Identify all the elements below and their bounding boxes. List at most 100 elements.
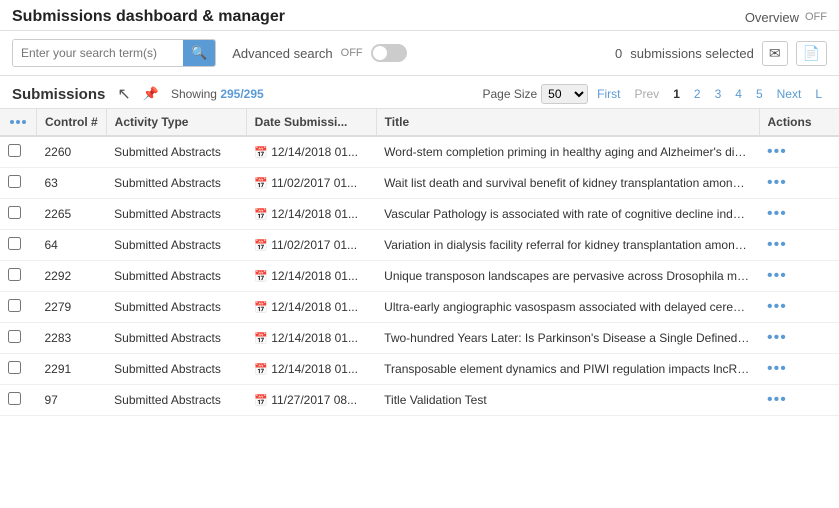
- row-title-cell: Word-stem completion priming in healthy …: [376, 136, 759, 168]
- calendar-icon: 📅: [254, 302, 268, 314]
- calendar-icon: 📅: [254, 364, 268, 376]
- row-title-cell: Unique transposon landscapes are pervasi…: [376, 261, 759, 292]
- row-actions-button[interactable]: •••: [767, 143, 787, 161]
- row-checkbox[interactable]: [8, 175, 21, 188]
- row-title: Two-hundred Years Later: Is Parkinson's …: [384, 331, 751, 345]
- row-date: 📅 12/14/2018 01...: [246, 261, 376, 292]
- row-actions-button[interactable]: •••: [767, 174, 787, 192]
- row-actions-button[interactable]: •••: [767, 236, 787, 254]
- overview-label: Overview: [745, 10, 799, 25]
- row-control: 97: [37, 385, 107, 416]
- email-button[interactable]: ✉: [762, 41, 788, 66]
- top-bar: Submissions dashboard & manager Overview…: [0, 0, 839, 31]
- row-actions-button[interactable]: •••: [767, 360, 787, 378]
- pin-icon: 📌: [143, 86, 159, 102]
- row-checkbox[interactable]: [8, 268, 21, 281]
- row-control: 64: [37, 230, 107, 261]
- row-checkbox-cell: [0, 136, 37, 168]
- row-checkbox-cell: [0, 230, 37, 261]
- advanced-toggle-off-label: OFF: [341, 47, 363, 59]
- row-actions: •••: [759, 354, 839, 385]
- col-header-activity: Activity Type: [106, 109, 246, 136]
- first-page-link[interactable]: First: [592, 86, 625, 102]
- page-5-link[interactable]: 5: [751, 86, 768, 102]
- next-page-link[interactable]: Next: [772, 86, 807, 102]
- page-4-link[interactable]: 4: [730, 86, 747, 102]
- page-size-select[interactable]: 10 25 50 100: [541, 84, 588, 104]
- toolbar: 🔍 Advanced search OFF 0 submissions sele…: [0, 31, 839, 76]
- table-row: 2283 Submitted Abstracts 📅 12/14/2018 01…: [0, 323, 839, 354]
- row-actions-button[interactable]: •••: [767, 391, 787, 409]
- calendar-icon: 📅: [254, 178, 268, 190]
- row-checkbox-cell: [0, 168, 37, 199]
- row-date: 📅 12/14/2018 01...: [246, 136, 376, 168]
- cursor-decorator: ↖: [117, 84, 130, 104]
- row-checkbox-cell: [0, 199, 37, 230]
- row-title-cell: Ultra-early angiographic vasospasm assoc…: [376, 292, 759, 323]
- row-activity: Submitted Abstracts: [106, 230, 246, 261]
- row-date: 📅 12/14/2018 01...: [246, 292, 376, 323]
- row-checkbox-cell: [0, 385, 37, 416]
- row-activity: Submitted Abstracts: [106, 385, 246, 416]
- row-checkbox-cell: [0, 261, 37, 292]
- row-actions-button[interactable]: •••: [767, 205, 787, 223]
- row-actions-button[interactable]: •••: [767, 298, 787, 316]
- row-activity: Submitted Abstracts: [106, 136, 246, 168]
- row-actions: •••: [759, 136, 839, 168]
- row-actions: •••: [759, 385, 839, 416]
- row-date: 📅 11/27/2017 08...: [246, 385, 376, 416]
- row-actions-button[interactable]: •••: [767, 329, 787, 347]
- table-row: 2291 Submitted Abstracts 📅 12/14/2018 01…: [0, 354, 839, 385]
- export-icon: 📄: [803, 45, 820, 61]
- export-button[interactable]: 📄: [796, 41, 827, 66]
- overview-toggle-state: OFF: [805, 11, 827, 23]
- calendar-icon: 📅: [254, 333, 268, 345]
- table-row: 64 Submitted Abstracts 📅 11/02/2017 01..…: [0, 230, 839, 261]
- calendar-icon: 📅: [254, 209, 268, 221]
- row-checkbox[interactable]: [8, 330, 21, 343]
- table-row: 2265 Submitted Abstracts 📅 12/14/2018 01…: [0, 199, 839, 230]
- row-title-cell: Variation in dialysis facility referral …: [376, 230, 759, 261]
- row-title-cell: Vascular Pathology is associated with ra…: [376, 199, 759, 230]
- row-checkbox[interactable]: [8, 144, 21, 157]
- row-control: 2260: [37, 136, 107, 168]
- row-title-cell: Transposable element dynamics and PIWI r…: [376, 354, 759, 385]
- row-control: 2291: [37, 354, 107, 385]
- row-checkbox[interactable]: [8, 392, 21, 405]
- row-title: Ultra-early angiographic vasospasm assoc…: [384, 300, 751, 314]
- page-1-link[interactable]: 1: [668, 86, 685, 102]
- col-header-check: [0, 109, 37, 136]
- row-checkbox[interactable]: [8, 237, 21, 250]
- page-3-link[interactable]: 3: [710, 86, 727, 102]
- prev-page-link[interactable]: Prev: [630, 86, 665, 102]
- calendar-icon: 📅: [254, 395, 268, 407]
- row-title: Variation in dialysis facility referral …: [384, 238, 751, 252]
- col-header-date: Date Submissi...: [246, 109, 376, 136]
- row-activity: Submitted Abstracts: [106, 199, 246, 230]
- row-checkbox[interactable]: [8, 361, 21, 374]
- page-controls: Page Size 10 25 50 100 First Prev 1 2 3 …: [482, 84, 827, 104]
- row-date: 📅 12/14/2018 01...: [246, 323, 376, 354]
- dots-menu[interactable]: [8, 118, 28, 126]
- search-button[interactable]: 🔍: [183, 40, 215, 66]
- search-icon: 🔍: [191, 45, 207, 61]
- page-2-link[interactable]: 2: [689, 86, 706, 102]
- table-row: 2292 Submitted Abstracts 📅 12/14/2018 01…: [0, 261, 839, 292]
- col-header-control: Control #: [37, 109, 107, 136]
- row-control: 63: [37, 168, 107, 199]
- row-checkbox[interactable]: [8, 299, 21, 312]
- table-row: 97 Submitted Abstracts 📅 11/27/2017 08..…: [0, 385, 839, 416]
- calendar-icon: 📅: [254, 271, 268, 283]
- row-checkbox-cell: [0, 354, 37, 385]
- advanced-search-toggle[interactable]: [371, 44, 407, 62]
- submissions-selected-section: 0 submissions selected ✉ 📄: [615, 41, 827, 66]
- table-row: 2279 Submitted Abstracts 📅 12/14/2018 01…: [0, 292, 839, 323]
- last-page-link[interactable]: L: [810, 86, 827, 102]
- row-checkbox[interactable]: [8, 206, 21, 219]
- row-actions: •••: [759, 230, 839, 261]
- app-title: Submissions dashboard & manager: [12, 8, 285, 26]
- search-input[interactable]: [13, 40, 183, 66]
- panel-header: Submissions ↖ 📌 Showing 295/295 Page Siz…: [0, 76, 839, 109]
- row-actions-button[interactable]: •••: [767, 267, 787, 285]
- row-title: Unique transposon landscapes are pervasi…: [384, 269, 751, 283]
